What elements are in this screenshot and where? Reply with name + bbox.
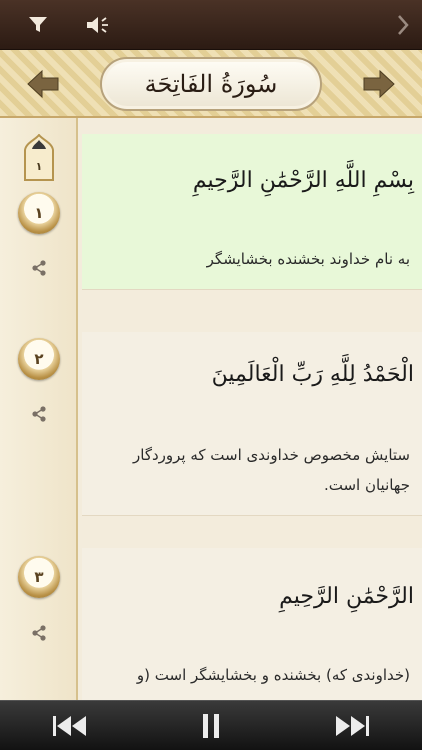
verse-arabic-text: بِسْمِ اللَّهِ الرَّحْمَٰنِ الرَّحِيمِ [192,168,414,193]
pause-icon[interactable] [198,712,224,740]
verse-translation: ستایش مخصوص خداوندی است که پروردگار جهان… [133,446,410,494]
top-toolbar [0,0,422,50]
chevron-right-icon[interactable] [388,10,418,40]
verse-rail: ١ ١ ٢ ٣ [0,118,78,700]
skip-next-icon[interactable] [334,712,370,740]
filter-icon[interactable] [23,10,53,40]
verse-number-badge[interactable]: ٣ [18,556,60,598]
verse-item-2[interactable]: الْحَمْدُ لِلَّهِ رَبِّ الْعَالَمِينَ ست… [82,332,422,516]
surah-header: سُورَةُ الفَاتِحَة [0,50,422,118]
verse-number: ٣ [34,568,44,586]
arrow-right-icon[interactable] [362,68,396,100]
share-icon[interactable] [31,406,47,422]
verse-arabic-text: الرَّحْمَٰنِ الرَّحِيمِ [279,584,414,609]
surah-title-plaque: سُورَةُ الفَاتِحَة [100,57,322,111]
speaker-icon[interactable] [84,10,114,40]
surah-title: سُورَةُ الفَاتِحَة [144,70,278,98]
juz-number: ١ [35,160,43,173]
arrow-left-icon[interactable] [26,68,60,100]
verse-translation: (خداوندی که) بخشنده و بخشایشگر است (و [136,666,410,684]
share-icon[interactable] [31,260,47,276]
verse-item-1[interactable]: بِسْمِ اللَّهِ الرَّحْمَٰنِ الرَّحِيمِ ب… [82,134,422,290]
skip-previous-icon[interactable] [52,712,88,740]
juz-marker[interactable]: ١ [23,133,55,182]
verse-number: ١ [34,204,44,222]
verse-number-badge[interactable]: ١ [18,192,60,234]
share-icon[interactable] [31,625,47,641]
verse-number: ٢ [34,350,44,368]
verse-arabic-text: الْحَمْدُ لِلَّهِ رَبِّ الْعَالَمِينَ [211,362,414,387]
verse-item-3[interactable]: الرَّحْمَٰنِ الرَّحِيمِ (خداوندی که) بخش… [82,548,422,700]
audio-player-bar [0,700,422,750]
verse-number-badge[interactable]: ٢ [18,338,60,380]
verse-translation: به نام خداوند بخشنده بخشایشگر [206,250,410,268]
